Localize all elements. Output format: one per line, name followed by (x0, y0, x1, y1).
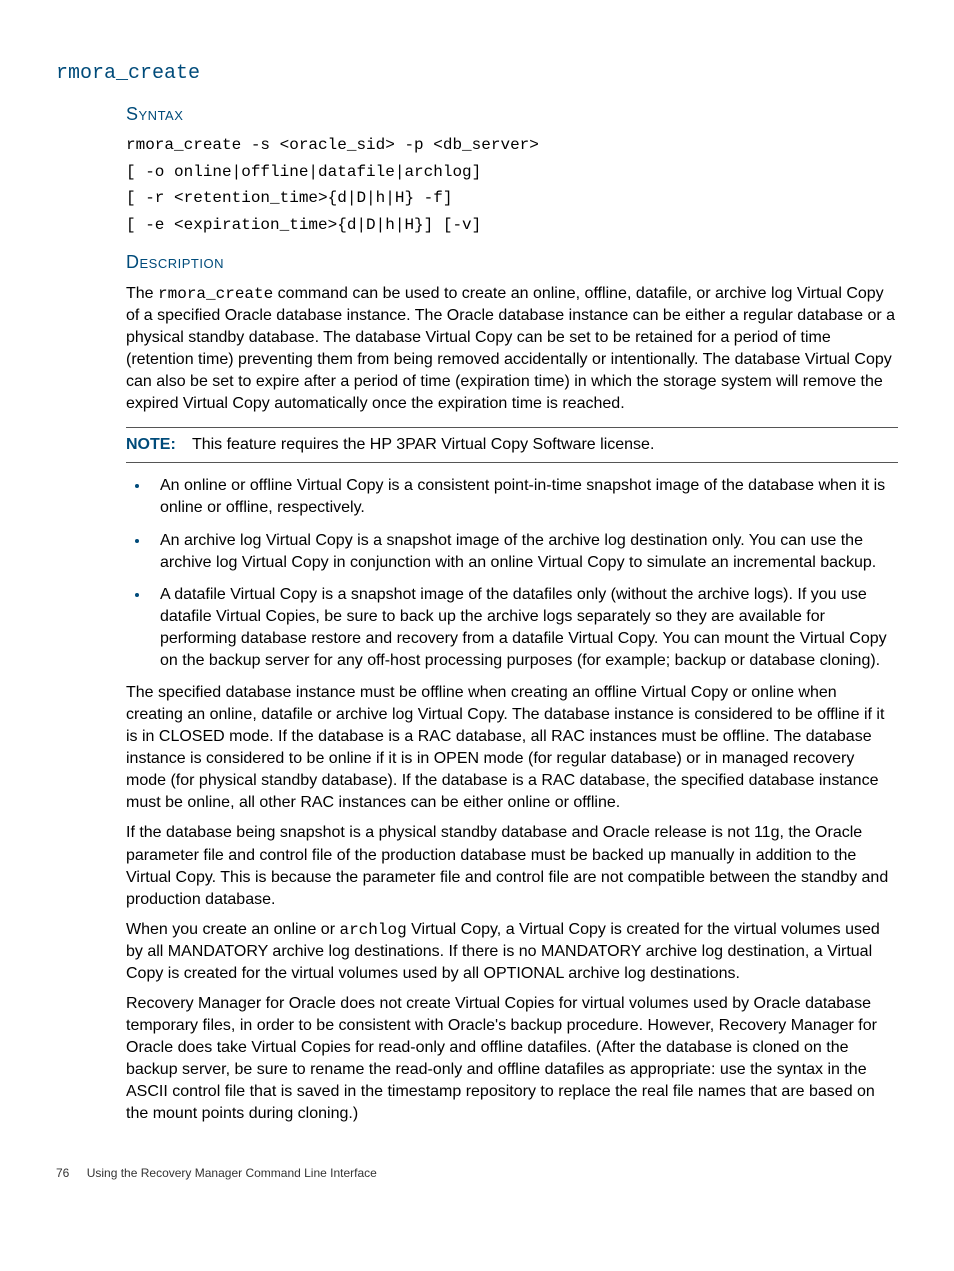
description-intro: The rmora_create command can be used to … (126, 283, 898, 415)
para4-command: archlog (339, 921, 406, 939)
syntax-heading: Syntax (126, 102, 898, 127)
intro-command: rmora_create (158, 285, 273, 303)
list-item: An online or offline Virtual Copy is a c… (150, 475, 898, 519)
description-heading: Description (126, 250, 898, 275)
description-bullets: An online or offline Virtual Copy is a c… (126, 475, 898, 672)
syntax-code: rmora_create -s <oracle_sid> -p <db_serv… (126, 132, 898, 238)
description-para: If the database being snapshot is a phys… (126, 822, 898, 910)
note-text: This feature requires the HP 3PAR Virtua… (192, 436, 654, 453)
note-label: NOTE: (126, 436, 176, 453)
page-footer: 76 Using the Recovery Manager Command Li… (56, 1165, 898, 1182)
description-para: The specified database instance must be … (126, 682, 898, 814)
command-title: rmora_create (56, 60, 898, 88)
list-item: An archive log Virtual Copy is a snapsho… (150, 530, 898, 574)
list-item: A datafile Virtual Copy is a snapshot im… (150, 584, 898, 672)
page-number: 76 (56, 1165, 69, 1182)
intro-pre: The (126, 285, 158, 302)
footer-section-title: Using the Recovery Manager Command Line … (87, 1166, 377, 1180)
description-para: Recovery Manager for Oracle does not cre… (126, 993, 898, 1125)
para4-pre: When you create an online or (126, 921, 339, 938)
note-box: NOTE: This feature requires the HP 3PAR … (126, 427, 898, 463)
description-para: When you create an online or archlog Vir… (126, 919, 898, 985)
intro-post: command can be used to create an online,… (126, 285, 895, 412)
